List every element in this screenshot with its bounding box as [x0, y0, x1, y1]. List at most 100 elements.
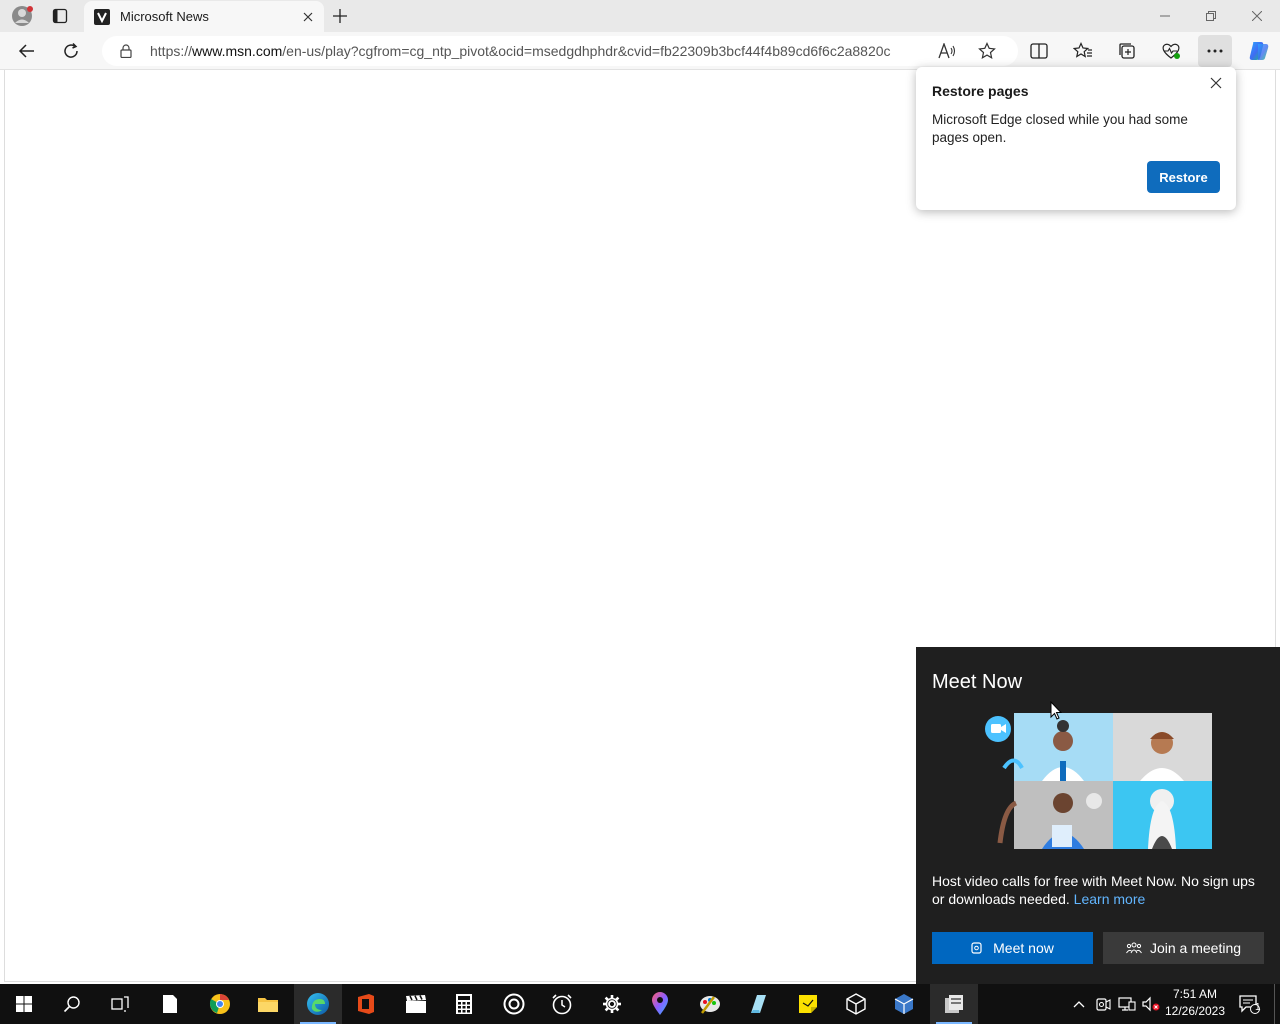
meet-now-icon [1096, 998, 1111, 1011]
address-bar[interactable]: https://www.msn.com/en-us/play?cgfrom=cg… [102, 36, 1018, 66]
favorites-button[interactable] [1066, 35, 1100, 67]
tab-microsoft-news[interactable]: Microsoft News [84, 1, 324, 32]
close-icon [1252, 11, 1262, 21]
restore-button[interactable]: Restore [1147, 161, 1220, 193]
close-window-button[interactable] [1234, 0, 1280, 32]
url-prefix: https:// [150, 43, 193, 59]
meet-now-tray-button[interactable] [1092, 984, 1114, 1024]
taskbar-sticky-notes[interactable] [784, 984, 832, 1024]
meet-now-title: Meet Now [932, 671, 1023, 693]
profile-button[interactable] [4, 2, 40, 30]
taskbar-alarms-clock[interactable] [538, 984, 586, 1024]
more-dots-icon [1207, 49, 1223, 53]
lock-icon[interactable] [118, 44, 134, 58]
tab-actions-icon [52, 8, 68, 24]
meet-now-panel: Meet Now Host video calls for free with … [916, 647, 1280, 984]
browser-essentials-button[interactable] [1154, 35, 1188, 67]
taskbar-file-explorer[interactable] [244, 984, 292, 1024]
taskbar-3d-viewer[interactable] [832, 984, 880, 1024]
taskbar-clock[interactable]: 7:51 AM 12/26/2023 [1160, 986, 1230, 1022]
close-icon [1210, 77, 1222, 89]
collections-icon [1119, 43, 1135, 59]
taskbar-chrome-like-app[interactable] [196, 984, 244, 1024]
folder-icon [258, 998, 278, 1012]
video-call-illustration-icon [985, 713, 1212, 849]
people-group-icon [1126, 942, 1142, 954]
speaker-muted-icon [1142, 996, 1160, 1012]
chrome-icon [209, 994, 230, 1014]
show-desktop-button[interactable] [1274, 984, 1280, 1024]
minimize-button[interactable] [1142, 0, 1188, 32]
volume-button[interactable] [1140, 984, 1162, 1024]
taskbar-notes-app[interactable] [734, 984, 782, 1024]
show-hidden-icons-button[interactable] [1068, 984, 1090, 1024]
tab-actions-button[interactable] [42, 2, 78, 30]
restore-dialog-close-button[interactable] [1204, 71, 1228, 95]
edge-icon [307, 993, 329, 1015]
map-pin-icon [652, 992, 668, 1015]
palette-icon [700, 996, 720, 1014]
taskbar-notepad[interactable] [146, 984, 194, 1024]
taskbar-edge[interactable] [294, 984, 342, 1024]
taskbar-video-editor[interactable] [392, 984, 440, 1024]
split-screen-button[interactable] [1022, 35, 1056, 67]
task-view-button[interactable] [96, 984, 144, 1024]
star-icon [978, 42, 996, 60]
join-meeting-button-label: Join a meeting [1149, 940, 1242, 956]
taskbar-office[interactable] [342, 984, 390, 1024]
meet-now-button-label: Meet now [993, 940, 1054, 956]
copilot-button[interactable] [1242, 35, 1276, 67]
back-button[interactable] [10, 35, 44, 67]
document-icon [163, 995, 177, 1013]
close-icon [303, 12, 313, 21]
taskbar-maps[interactable] [636, 984, 684, 1024]
action-center-button[interactable]: 1 [1234, 984, 1264, 1024]
meet-now-description: Host video calls for free with Meet Now.… [932, 872, 1267, 908]
taskbar-paint[interactable] [686, 984, 734, 1024]
split-screen-icon [1030, 43, 1048, 59]
taskbar-settings[interactable] [588, 984, 636, 1024]
taskbar: 7:51 AM 12/26/2023 1 [0, 984, 1280, 1024]
calculator-icon [456, 994, 472, 1014]
clapperboard-icon [406, 995, 426, 1013]
url-domain: www.msn.com [192, 43, 283, 59]
notification-count-badge: 1 [1255, 1002, 1261, 1013]
gear-icon [603, 995, 621, 1013]
target-icon [503, 993, 525, 1015]
browser-toolbar: https://www.msn.com/en-us/play?cgfrom=cg… [0, 32, 1280, 70]
tab-close-button[interactable] [296, 5, 320, 29]
add-favorite-button[interactable] [976, 40, 998, 62]
read-aloud-button[interactable] [936, 40, 958, 62]
taskbar-active-app[interactable] [930, 984, 978, 1024]
taskbar-media-player[interactable] [490, 984, 538, 1024]
profile-icon [12, 6, 33, 26]
start-button[interactable] [0, 984, 48, 1024]
learn-more-link[interactable]: Learn more [1074, 891, 1146, 907]
join-meeting-button[interactable]: Join a meeting [1103, 932, 1264, 964]
search-button[interactable] [48, 984, 96, 1024]
restore-pages-dialog: Restore pages Microsoft Edge closed whil… [916, 67, 1236, 210]
mouse-cursor-icon [1050, 701, 1062, 720]
meet-now-button[interactable]: Meet now [932, 932, 1093, 964]
refresh-button[interactable] [54, 35, 88, 67]
network-icon [1118, 997, 1136, 1011]
cube-icon [846, 993, 866, 1015]
network-button[interactable] [1116, 984, 1138, 1024]
taskbar-calculator[interactable] [440, 984, 488, 1024]
url-text[interactable]: https://www.msn.com/en-us/play?cgfrom=cg… [150, 43, 910, 59]
read-aloud-icon [938, 43, 956, 59]
alarm-clock-icon [552, 994, 572, 1015]
refresh-icon [64, 42, 78, 58]
search-icon [63, 996, 80, 1013]
collections-button[interactable] [1110, 35, 1144, 67]
url-path: /en-us/play?cgfrom=cg_ntp_pivot&ocid=mse… [282, 43, 891, 59]
copilot-icon [1249, 42, 1269, 60]
box-icon [894, 994, 914, 1014]
taskbar-virtualbox[interactable] [880, 984, 928, 1024]
settings-and-more-button[interactable] [1198, 35, 1232, 67]
restore-window-icon [1206, 11, 1216, 21]
video-camera-icon [971, 942, 982, 954]
new-tab-button[interactable] [322, 2, 358, 30]
notebook-icon [751, 995, 766, 1013]
restore-window-button[interactable] [1188, 0, 1234, 32]
